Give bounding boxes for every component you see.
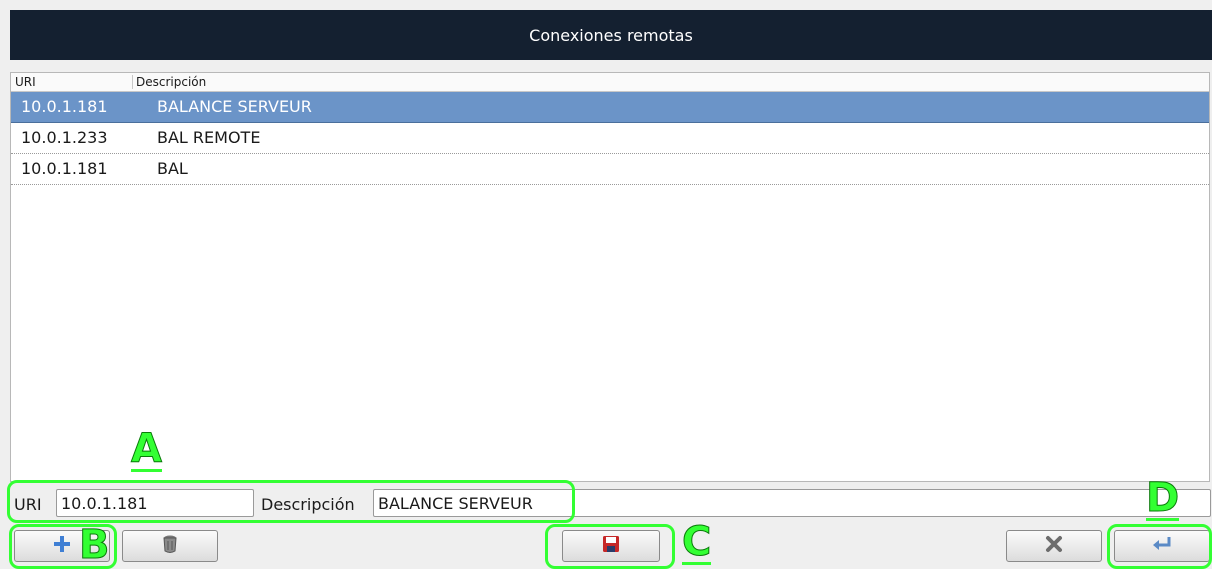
list-row-2[interactable]: 10.0.1.233 BAL REMOTE bbox=[11, 123, 1209, 154]
list-row-3[interactable]: 10.0.1.181 BAL bbox=[11, 154, 1209, 185]
x-icon bbox=[1045, 535, 1063, 557]
column-header-description[interactable]: Descripción bbox=[136, 75, 206, 89]
annotation-b: B bbox=[79, 522, 110, 568]
annotation-c: C bbox=[681, 519, 712, 565]
column-separator[interactable] bbox=[132, 75, 133, 89]
save-button[interactable] bbox=[562, 530, 660, 562]
edit-bar: URI Descripción bbox=[10, 487, 1211, 521]
row-description: BALANCE SERVEUR bbox=[157, 97, 312, 116]
annotation-a: A bbox=[131, 426, 162, 472]
row-description: BAL bbox=[157, 159, 188, 178]
return-button[interactable] bbox=[1114, 530, 1210, 562]
list-row-1[interactable]: 10.0.1.181 BALANCE SERVEUR bbox=[11, 92, 1209, 123]
connections-list[interactable]: URI Descripción 10.0.1.181 BALANCE SERVE… bbox=[10, 72, 1210, 482]
floppy-disk-icon bbox=[602, 535, 620, 557]
window-title: Conexiones remotas bbox=[529, 25, 693, 45]
description-label: Descripción bbox=[261, 495, 355, 514]
row-uri: 10.0.1.181 bbox=[21, 159, 108, 178]
description-input[interactable] bbox=[373, 489, 1211, 517]
row-uri: 10.0.1.233 bbox=[21, 128, 108, 147]
row-description: BAL REMOTE bbox=[157, 128, 261, 147]
plus-icon bbox=[52, 534, 72, 558]
column-header-uri[interactable]: URI bbox=[15, 75, 36, 89]
trash-icon bbox=[161, 534, 179, 558]
row-uri: 10.0.1.181 bbox=[21, 97, 108, 116]
annotation-d: D bbox=[1145, 475, 1180, 521]
enter-icon bbox=[1151, 535, 1173, 557]
list-header: URI Descripción bbox=[11, 73, 1209, 92]
uri-input[interactable] bbox=[56, 489, 254, 517]
cancel-button[interactable] bbox=[1006, 530, 1102, 562]
uri-label: URI bbox=[14, 495, 42, 514]
window-title-bar: Conexiones remotas bbox=[10, 10, 1212, 60]
delete-button[interactable] bbox=[122, 530, 218, 562]
